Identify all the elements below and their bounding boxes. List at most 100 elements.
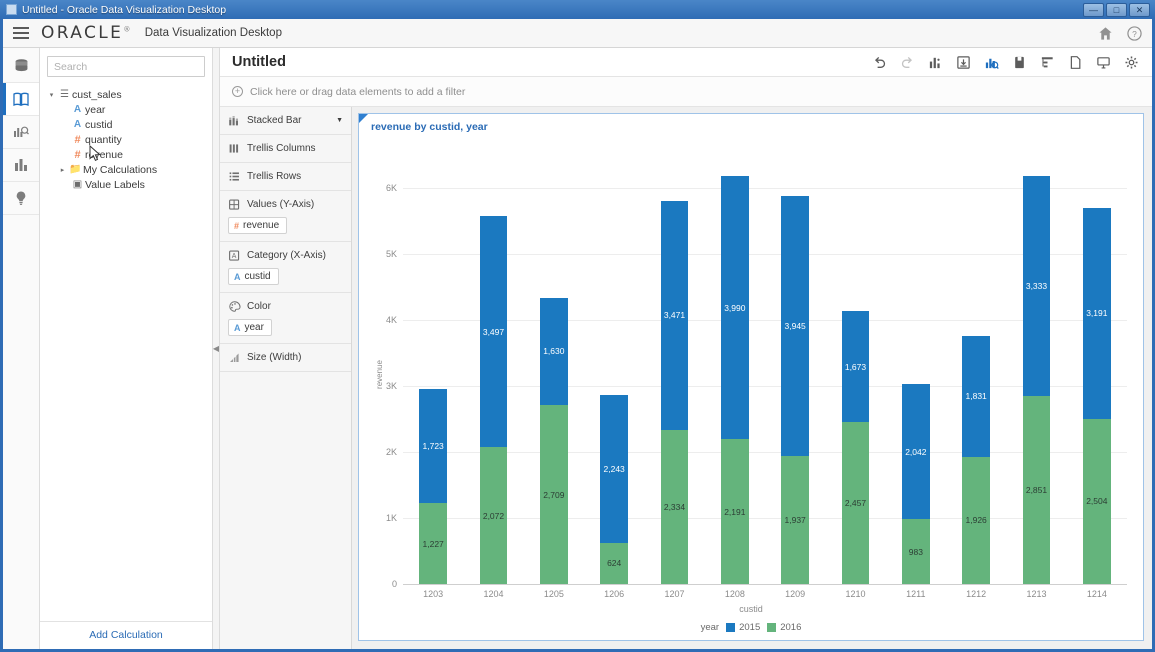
expand-collapse-icon[interactable]: ▾	[46, 91, 57, 99]
grammar-pill-label: year	[244, 322, 264, 333]
chart-bar-group[interactable]: 624 2,243 1206	[600, 155, 629, 599]
home-icon[interactable]	[1098, 26, 1113, 41]
chart-bar-segment-2016[interactable]: 2,504	[1082, 418, 1111, 584]
chart-bar-segment-2016[interactable]: 2,072	[479, 447, 508, 584]
chart-bar-group[interactable]: 2,709 1,630 1205	[539, 155, 568, 599]
data-diagram-button[interactable]	[1039, 54, 1056, 71]
trellis-rows-icon	[228, 170, 241, 183]
grammar-pill-revenue[interactable]: # revenue	[228, 217, 288, 234]
data-panel: ▾ ☰ cust_sales A year A custid # qu	[40, 48, 213, 649]
grammar-category-x-axis[interactable]: A Category (X-Axis) A custid	[220, 242, 351, 293]
tree-item-value-labels[interactable]: ▣ Value Labels	[46, 177, 212, 192]
grammar-trellis-columns[interactable]: Trellis Columns	[220, 135, 351, 163]
chart-bar-segment-2016[interactable]: 2,709	[539, 405, 568, 584]
maximize-button[interactable]: □	[1106, 2, 1127, 17]
y-axis-tick-label: 5K	[385, 249, 397, 259]
new-canvas-button[interactable]	[1067, 54, 1084, 71]
attribute-icon: A	[73, 119, 82, 130]
chart-bar-segment-2016[interactable]: 1,926	[962, 456, 991, 584]
chevron-down-icon[interactable]: ▼	[336, 117, 343, 124]
chart-bar-segment-2015[interactable]: 1,831	[962, 336, 991, 457]
tree-item-custid[interactable]: A custid	[46, 117, 212, 132]
chart-bar-group[interactable]: 2,457 1,673 1210	[841, 155, 870, 599]
chart-bar-group[interactable]: 2,851 3,333 1213	[1022, 155, 1051, 599]
redo-button[interactable]	[899, 54, 916, 71]
grammar-pill-year[interactable]: A year	[228, 319, 272, 336]
chart-bar-segment-2016[interactable]: 1,937	[781, 456, 810, 584]
chart-bar-segment-2015[interactable]: 2,042	[901, 384, 930, 520]
chart-bar-label: 3,191	[1086, 308, 1108, 319]
header-actions: ?	[1098, 25, 1142, 41]
search-input[interactable]	[47, 56, 205, 77]
chart-bar-group[interactable]: 983 2,042 1211	[901, 155, 930, 599]
chart-bar-segment-2015[interactable]: 1,630	[539, 297, 568, 406]
viz-type-selector[interactable]: Stacked Bar ▼	[220, 107, 351, 135]
chart-bar-group[interactable]: 2,072 3,497 1204	[479, 155, 508, 599]
sidebar-item-data-flows[interactable]	[3, 116, 39, 149]
chart-bar-group[interactable]: 1,937 3,945 1209	[781, 155, 810, 599]
expand-collapse-icon[interactable]: ▸	[57, 166, 68, 174]
settings-button[interactable]	[1123, 54, 1140, 71]
chart-bar-segment-2015[interactable]: 2,243	[600, 394, 629, 543]
tree-item-my-calculations[interactable]: ▸ 📁 My Calculations	[46, 162, 212, 177]
chart-bar-segment-2016[interactable]: 2,457	[841, 421, 870, 584]
legend-entry-2016[interactable]: 2016	[767, 622, 801, 633]
add-calculation-link[interactable]: Add Calculation	[40, 621, 212, 649]
chart-bar-segment-2016[interactable]: 2,851	[1022, 395, 1051, 584]
chart-bar-segment-2016[interactable]: 2,191	[720, 439, 749, 584]
chart-bar-group[interactable]: 1,227 1,723 1203	[419, 155, 448, 599]
sidebar-item-projects[interactable]	[3, 83, 39, 116]
chart-bar-segment-2016[interactable]: 624	[600, 542, 629, 584]
tree-item-quantity[interactable]: # quantity	[46, 132, 212, 147]
chart-bar-segment-2015[interactable]: 3,471	[660, 200, 689, 430]
filter-bar-placeholder: Click here or drag data elements to add …	[250, 85, 466, 98]
sidebar-item-data-sources[interactable]	[3, 50, 39, 83]
panel-collapse-handle[interactable]: ◀	[213, 48, 220, 649]
sidebar-item-visualizations[interactable]	[3, 149, 39, 182]
folder-icon: 📁	[69, 164, 82, 175]
x-axis-tick-label: 1208	[724, 589, 745, 599]
chart-bar-segment-2015[interactable]: 3,497	[479, 216, 508, 448]
y-axis-tick-label: 2K	[385, 447, 397, 457]
story-button[interactable]	[1011, 54, 1028, 71]
chart-bar-segment-2015[interactable]: 3,333	[1022, 175, 1051, 396]
grammar-pill-custid[interactable]: A custid	[228, 268, 279, 285]
tree-item-year[interactable]: A year	[46, 102, 212, 117]
presentation-button[interactable]	[1095, 54, 1112, 71]
chart-bar-segment-2016[interactable]: 1,227	[419, 503, 448, 584]
grammar-values-y-axis[interactable]: Values (Y-Axis) # revenue	[220, 191, 351, 242]
close-button[interactable]: ✕	[1129, 2, 1150, 17]
filter-bar[interactable]: + Click here or drag data elements to ad…	[220, 77, 1152, 107]
chart-bar-label: 1,926	[965, 515, 987, 526]
save-button[interactable]	[955, 54, 972, 71]
plus-circle-icon[interactable]: +	[232, 86, 243, 97]
chart-bar-segment-2015[interactable]: 1,723	[419, 389, 448, 504]
chart-bar-group[interactable]: 2,334 3,471 1207	[660, 155, 689, 599]
grammar-color[interactable]: Color A year	[220, 293, 351, 344]
sidebar-item-insights[interactable]	[3, 182, 39, 215]
grammar-trellis-rows[interactable]: Trellis Rows	[220, 163, 351, 191]
insights-button[interactable]	[983, 54, 1000, 71]
application-client-area: ORACLE® Data Visualization Desktop ? Sea…	[0, 19, 1155, 652]
chart-bar-group[interactable]: 2,191 3,990 1208	[720, 155, 749, 599]
chart-bar-segment-2015[interactable]: 3,945	[781, 195, 810, 457]
minimize-button[interactable]: —	[1083, 2, 1104, 17]
chart-bar-segment-2015[interactable]: 3,191	[1082, 208, 1111, 419]
visualization-button[interactable]	[927, 54, 944, 71]
grammar-size-width[interactable]: Size (Width)	[220, 344, 351, 372]
hamburger-menu-icon[interactable]	[13, 24, 29, 42]
legend-swatch	[726, 622, 736, 632]
chart-bar-segment-2016[interactable]: 2,334	[660, 429, 689, 584]
help-icon[interactable]: ?	[1127, 25, 1142, 41]
tree-item-revenue[interactable]: # revenue	[46, 147, 212, 162]
chart-bar-segment-2016[interactable]: 983	[901, 519, 930, 584]
chart-bar-group[interactable]: 2,504 3,191 1214	[1082, 155, 1111, 599]
chart-bar-segment-2015[interactable]: 1,673	[841, 311, 870, 422]
chart-bar-group[interactable]: 1,926 1,831 1212	[962, 155, 991, 599]
undo-button[interactable]	[871, 54, 888, 71]
measure-icon: #	[74, 133, 81, 146]
legend-entry-2015[interactable]: 2015	[726, 622, 760, 633]
chart-bar-segment-2015[interactable]: 3,990	[720, 176, 749, 440]
chart-bar-label: 2,851	[1025, 484, 1048, 495]
tree-item-cust-sales[interactable]: ▾ ☰ cust_sales	[46, 87, 212, 102]
